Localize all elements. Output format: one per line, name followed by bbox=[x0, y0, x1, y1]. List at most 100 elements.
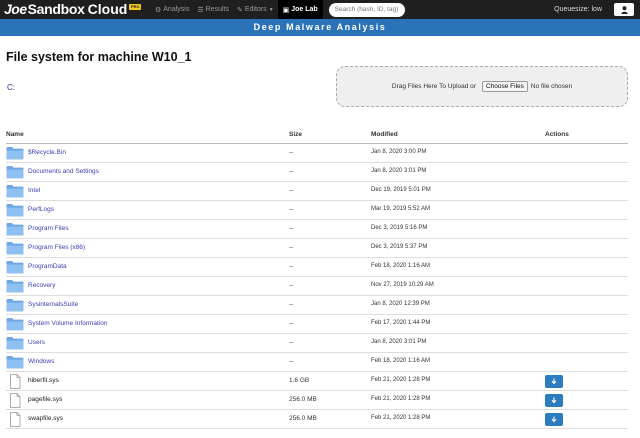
file-size: -- bbox=[289, 244, 294, 251]
folder-icon bbox=[6, 222, 24, 238]
table-row: Program Files -- Dec 3, 2019 5:16 PM bbox=[6, 220, 628, 239]
file-icon bbox=[6, 393, 24, 410]
modified-date: Feb 17, 2020 1:44 PM bbox=[371, 320, 431, 326]
top-navbar: Joe Sandbox Cloud PRO ⚙ Analysis ☰ Resul… bbox=[0, 0, 640, 19]
modified-date: Jan 8, 2020 3:01 PM bbox=[371, 168, 427, 174]
modified-date: Jan 8, 2020 3:00 PM bbox=[371, 149, 427, 155]
download-button[interactable] bbox=[545, 394, 563, 407]
nav-editors[interactable]: ✎ Editors ▼ bbox=[233, 0, 278, 19]
file-size: -- bbox=[289, 358, 294, 365]
folder-link[interactable]: Users bbox=[28, 339, 45, 346]
nav-results[interactable]: ☰ Results bbox=[193, 0, 233, 19]
user-menu-button[interactable] bbox=[614, 3, 634, 16]
folder-link[interactable]: System Volume Information bbox=[28, 320, 107, 327]
column-name[interactable]: Name bbox=[6, 131, 24, 138]
modified-date: Jan 8, 2020 3:01 PM bbox=[371, 339, 427, 345]
file-size: 1.6 GB bbox=[289, 377, 310, 384]
download-button[interactable] bbox=[545, 413, 563, 426]
search-input[interactable] bbox=[328, 2, 405, 17]
table-row: ProgramData -- Feb 18, 2020 1:16 AM bbox=[6, 258, 628, 277]
folder-link[interactable]: SysinternalsSuite bbox=[28, 301, 78, 308]
choose-files-button[interactable]: Choose Files bbox=[481, 81, 528, 92]
folder-icon bbox=[6, 279, 24, 295]
folder-icon bbox=[6, 260, 24, 276]
page-title: File system for machine W10_1 bbox=[6, 50, 192, 64]
modified-date: Dec 3, 2019 5:37 PM bbox=[371, 244, 428, 250]
folder-icon bbox=[6, 184, 24, 200]
window-icon: ▣ bbox=[282, 6, 290, 14]
download-button[interactable] bbox=[545, 375, 563, 388]
list-icon: ☰ bbox=[197, 6, 204, 14]
file-table-body: $Recycle.Bin -- Jan 8, 2020 3:00 PM Documen… bbox=[0, 144, 640, 429]
folder-icon bbox=[6, 298, 24, 314]
dropzone-label: Drag Files Here To Upload or bbox=[391, 83, 476, 90]
file-size: 256.0 MB bbox=[289, 415, 317, 422]
file-size: -- bbox=[289, 149, 294, 156]
folder-link[interactable]: Recovery bbox=[28, 282, 55, 289]
modified-date: Nov 27, 2019 10:29 AM bbox=[371, 282, 434, 288]
edit-icon: ✎ bbox=[236, 6, 243, 14]
file-name: pagefile.sys bbox=[28, 396, 63, 403]
table-row: Documents and Settings -- Jan 8, 2020 3:01… bbox=[6, 163, 628, 182]
folder-icon bbox=[6, 146, 24, 162]
table-row: Program Files (x86) -- Dec 3, 2019 5:37 PM bbox=[6, 239, 628, 258]
table-row: System Volume Information -- Feb 17, 2020 … bbox=[6, 315, 628, 334]
column-modified[interactable]: Modified bbox=[371, 131, 398, 138]
file-size: -- bbox=[289, 263, 294, 270]
modified-date: Feb 21, 2020 1:28 PM bbox=[371, 377, 431, 383]
file-size: -- bbox=[289, 339, 294, 346]
modified-date: Feb 18, 2020 1:16 AM bbox=[371, 358, 431, 364]
queue-size: Queuesize: low bbox=[554, 6, 602, 13]
table-row: Windows -- Feb 18, 2020 1:16 AM bbox=[6, 353, 628, 372]
folder-link[interactable]: Windows bbox=[28, 358, 54, 365]
logo-joe-text: Joe bbox=[4, 1, 27, 17]
nav-analysis-label: Analysis bbox=[163, 6, 190, 13]
nav-analysis[interactable]: ⚙ Analysis bbox=[151, 0, 193, 19]
drive-breadcrumb[interactable]: C: bbox=[7, 83, 15, 92]
file-size: -- bbox=[289, 168, 294, 175]
table-row: pagefile.sys 256.0 MB Feb 21, 2020 1:28 PM bbox=[6, 391, 628, 410]
file-size: -- bbox=[289, 282, 294, 289]
file-size: -- bbox=[289, 187, 294, 194]
modified-date: Feb 21, 2020 1:28 PM bbox=[371, 396, 431, 402]
folder-icon bbox=[6, 203, 24, 219]
modified-date: Feb 21, 2020 1:28 PM bbox=[371, 415, 431, 421]
folder-link[interactable]: Program Files bbox=[28, 225, 68, 232]
nav-results-label: Results bbox=[205, 6, 229, 13]
table-row: SysinternalsSuite -- Jan 8, 2020 12:39 PM bbox=[6, 296, 628, 315]
pro-badge: PRO bbox=[129, 3, 141, 10]
file-size: -- bbox=[289, 320, 294, 327]
folder-icon bbox=[6, 241, 24, 257]
table-row: hiberfil.sys 1.6 GB Feb 21, 2020 1:28 PM bbox=[6, 372, 628, 391]
chevron-down-icon: ▼ bbox=[268, 6, 274, 13]
file-status: No file chosen bbox=[530, 83, 573, 90]
folder-icon bbox=[6, 165, 24, 181]
table-row: PerfLogs -- Mar 19, 2019 5:52 AM bbox=[6, 201, 628, 220]
column-size[interactable]: Size bbox=[289, 131, 302, 138]
modified-date: Dec 3, 2019 5:16 PM bbox=[371, 225, 428, 231]
folder-link[interactable]: $Recycle.Bin bbox=[28, 149, 66, 156]
file-size: -- bbox=[289, 225, 294, 232]
tagline-bar: Deep Malware Analysis bbox=[0, 19, 640, 36]
logo-cloud-text: Cloud bbox=[87, 1, 128, 17]
logo-sandbox-text: Sandbox bbox=[27, 1, 85, 17]
file-size: 256.0 MB bbox=[289, 396, 317, 403]
file-icon bbox=[6, 374, 24, 391]
download-icon bbox=[551, 416, 557, 423]
table-header: Name Size Modified Actions bbox=[0, 127, 640, 143]
folder-icon bbox=[6, 336, 24, 352]
folder-link[interactable]: Documents and Settings bbox=[28, 168, 99, 175]
modified-date: Mar 19, 2019 5:52 AM bbox=[371, 206, 431, 212]
folder-link[interactable]: Intel bbox=[28, 187, 40, 194]
file-icon bbox=[6, 412, 24, 429]
folder-link[interactable]: ProgramData bbox=[28, 263, 67, 270]
file-name: swapfile.sys bbox=[28, 415, 64, 422]
folder-icon bbox=[6, 317, 24, 333]
folder-link[interactable]: PerfLogs bbox=[28, 206, 54, 213]
download-icon bbox=[551, 397, 557, 404]
upload-dropzone[interactable]: Drag Files Here To Upload or Choose File… bbox=[336, 66, 628, 107]
joe-sandbox-logo[interactable]: Joe Sandbox Cloud PRO bbox=[0, 0, 141, 19]
table-row: $Recycle.Bin -- Jan 8, 2020 3:00 PM bbox=[6, 144, 628, 163]
folder-link[interactable]: Program Files (x86) bbox=[28, 244, 85, 251]
nav-joe-lab[interactable]: ▣ Joe Lab bbox=[277, 0, 323, 19]
